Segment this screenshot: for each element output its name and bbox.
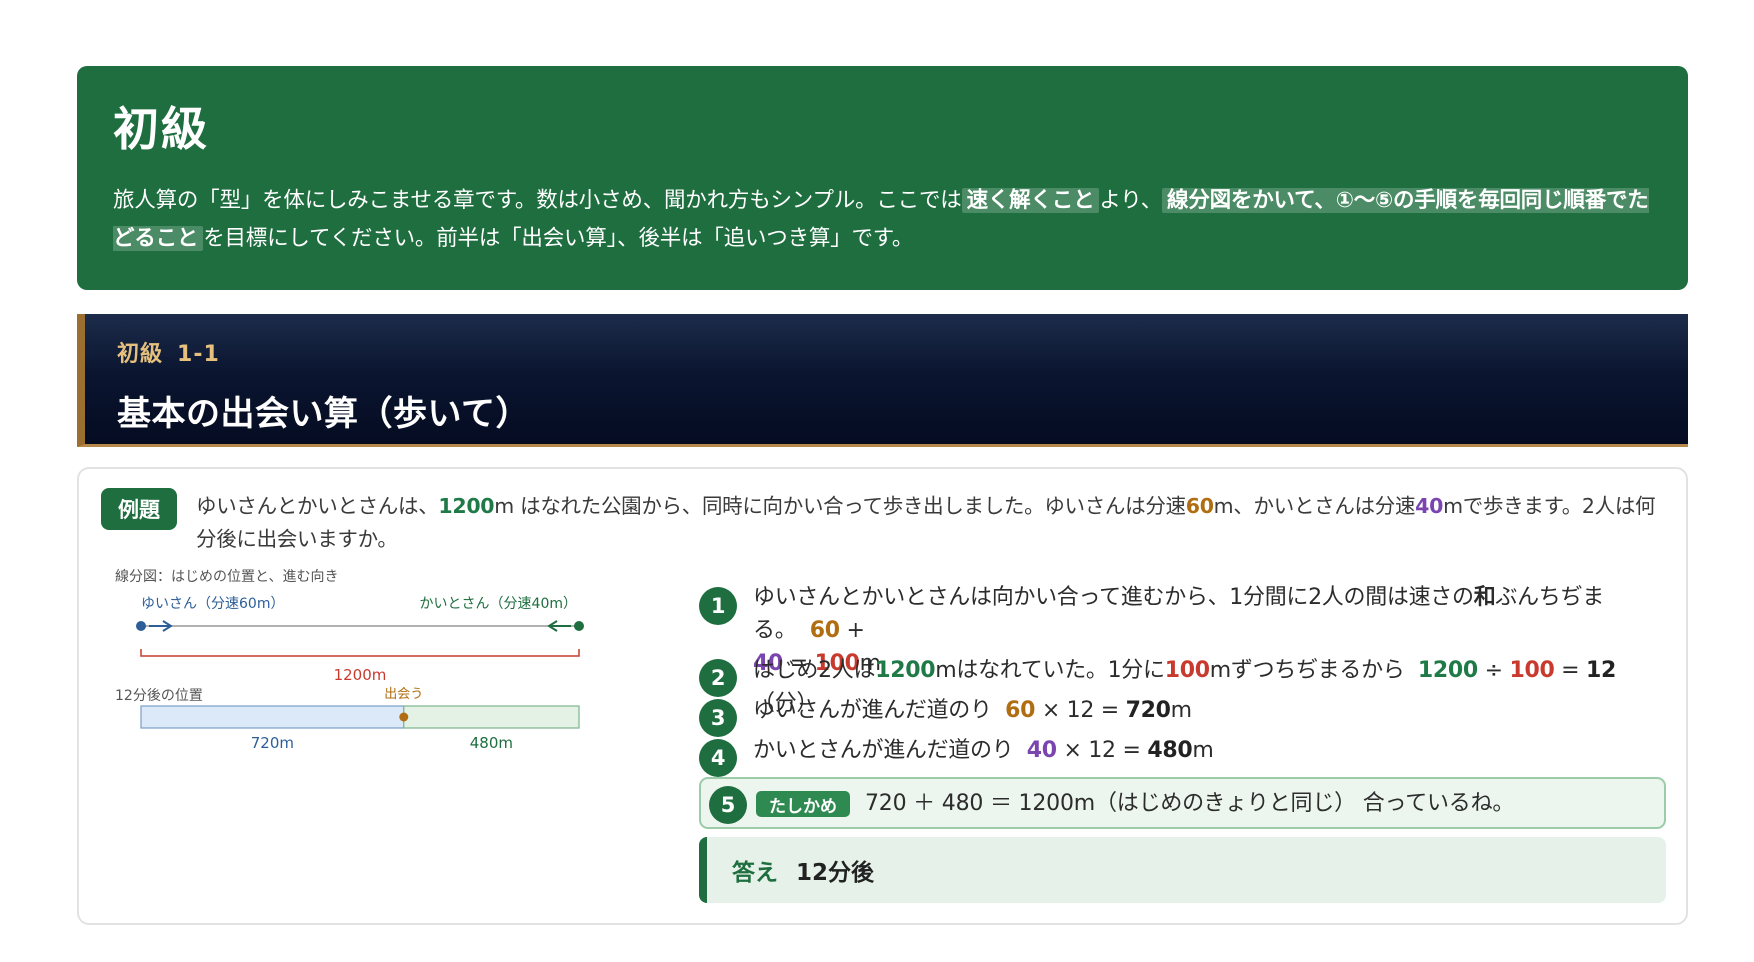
unit: m <box>1192 738 1214 763</box>
step-text: mずつちぢまるから <box>1209 658 1405 683</box>
step-5-check: 5 たしかめ 720 ＋ 480 ＝ 1200m（はじめのきょりと同じ） 合って… <box>699 777 1666 829</box>
step-value: 100 <box>1164 658 1210 683</box>
section-title: 基本の出会い算（歩いて） <box>117 394 530 434</box>
step-value: 100 <box>1509 658 1555 683</box>
step-value: 12 <box>1088 738 1116 763</box>
distance-value: 1200 <box>438 494 495 518</box>
step-text: ゆいさんが進んだ道のり <box>753 698 992 723</box>
problem-part: m、かいとさんは分速 <box>1213 494 1416 518</box>
segment-b-label: 480m <box>470 734 513 752</box>
meet-point-dot <box>399 712 409 722</box>
unit: m <box>1170 698 1192 723</box>
step-value: 12 <box>1066 698 1095 723</box>
intro-text: を目標にしてください。前半は「出会い算」、後半は「追いつき算」です。 <box>203 226 914 251</box>
check-text: 720 ＋ 480 ＝ 1200m（はじめのきょりと同じ） 合っているね。 <box>865 791 1515 816</box>
chapter-description: 旅人算の「型」を体にしみこませる章です。数は小さめ、聞かれ方もシンプル。ここでは… <box>113 182 1652 258</box>
intro-text: 旅人算の「型」を体にしみこませる章です。数は小さめ、聞かれ方もシンプル。ここでは <box>113 188 962 213</box>
step-value: 60 <box>1005 698 1036 723</box>
meet-label: 出会う <box>384 687 423 702</box>
problem-text: ゆいさんとかいとさんは、1200m はなれた公園から、同時に向かい合って歩き出し… <box>196 490 1666 556</box>
step-text: はじめ2人は <box>753 658 876 683</box>
answer-box: 答え 12分後 <box>699 837 1666 903</box>
section-level: 初級 <box>117 342 164 367</box>
step-number-badge: 1 <box>699 587 737 625</box>
person-b-start-dot <box>574 621 584 631</box>
segment-a-label: 720m <box>251 734 294 752</box>
operator: × <box>1041 698 1060 723</box>
answer-value: 12分後 <box>796 860 875 886</box>
problem-part: ゆいさんとかいとさんは、 <box>196 494 439 518</box>
total-distance-label: 1200m <box>334 666 387 684</box>
step-value: 60 <box>809 618 840 643</box>
total-bracket <box>140 649 580 657</box>
step-number-badge: 5 <box>709 786 747 824</box>
step-4: 4 かいとさんが進んだ道のり 40 × 12 = 480m <box>699 734 1669 777</box>
step-result: 720 <box>1125 698 1171 723</box>
person-a-label: ゆいさん（分速60m） <box>141 596 284 612</box>
check-tag: たしかめ <box>756 791 850 817</box>
operator: × <box>1063 738 1082 763</box>
equals: = <box>1122 738 1141 763</box>
solution-steps: 1 ゆいさんとかいとさんは向かい合って進むから、1分間に2人の間は速さの和ぶんち… <box>699 581 1669 777</box>
later-position-label: 12分後の位置 <box>115 688 203 704</box>
segment-b-bar <box>403 705 580 729</box>
operator: + <box>846 618 865 643</box>
step-result: 12 <box>1586 658 1617 683</box>
step-value: 40 <box>1026 738 1057 763</box>
step-number-badge: 3 <box>699 699 737 737</box>
section-tag: 初級 1-1 <box>117 336 1656 368</box>
highlight-speed: 速く解くこと <box>961 188 1100 213</box>
equals: = <box>1100 698 1119 723</box>
step-value: 1200 <box>875 658 936 683</box>
person-b-label: かいとさん（分速40m） <box>420 596 577 612</box>
problem-part: m はなれた公園から、同時に向かい合って歩き出しました。ゆいさんは分速 <box>494 494 1186 518</box>
step-number-badge: 4 <box>699 739 737 777</box>
chapter-title: 初級 <box>113 102 209 156</box>
equals: = <box>1561 658 1580 683</box>
operator: ÷ <box>1484 658 1503 683</box>
step-result: 480 <box>1147 738 1193 763</box>
intro-text: より、 <box>1099 188 1163 213</box>
step-value: 1200 <box>1417 658 1478 683</box>
segment-a-bar <box>140 705 405 729</box>
answer-label: 答え <box>732 860 778 886</box>
step-emphasis: 和 <box>1473 585 1496 610</box>
step-1: 1 ゆいさんとかいとさんは向かい合って進むから、1分間に2人の間は速さの和ぶんち… <box>699 581 1669 676</box>
chapter-intro: 初級 旅人算の「型」を体にしみこませる章です。数は小さめ、聞かれ方もシンプル。こ… <box>77 66 1688 290</box>
diagram-caption: 線分図：はじめの位置と、進む向き <box>115 569 338 585</box>
step-text: かいとさんが進んだ道のり <box>753 738 1014 763</box>
step-number-badge: 2 <box>699 659 737 697</box>
step-text: mはなれていた。1分に <box>935 658 1165 683</box>
step-2: 2 はじめ2人は1200mはなれていた。1分に100mずつちぢまるから 1200… <box>699 654 1669 716</box>
speed-a-value: 60 <box>1185 494 1214 518</box>
example-badge: 例題 <box>101 488 177 530</box>
example-card: 例題 ゆいさんとかいとさんは、1200m はなれた公園から、同時に向かい合って歩… <box>77 467 1688 925</box>
section-header: 初級 1-1 基本の出会い算（歩いて） <box>77 314 1688 447</box>
line-diagram: 線分図：はじめの位置と、進む向き ゆいさん（分速60m） かいとさん（分速40m… <box>111 567 671 757</box>
step-3: 3 ゆいさんが進んだ道のり 60 × 12 = 720m <box>699 694 1669 737</box>
speed-b-value: 40 <box>1415 494 1444 518</box>
person-a-start-dot <box>136 621 146 631</box>
step-text: ゆいさんとかいとさんは向かい合って進むから、1分間に2人の間は速さの <box>753 585 1474 610</box>
section-number: 1-1 <box>177 342 220 367</box>
